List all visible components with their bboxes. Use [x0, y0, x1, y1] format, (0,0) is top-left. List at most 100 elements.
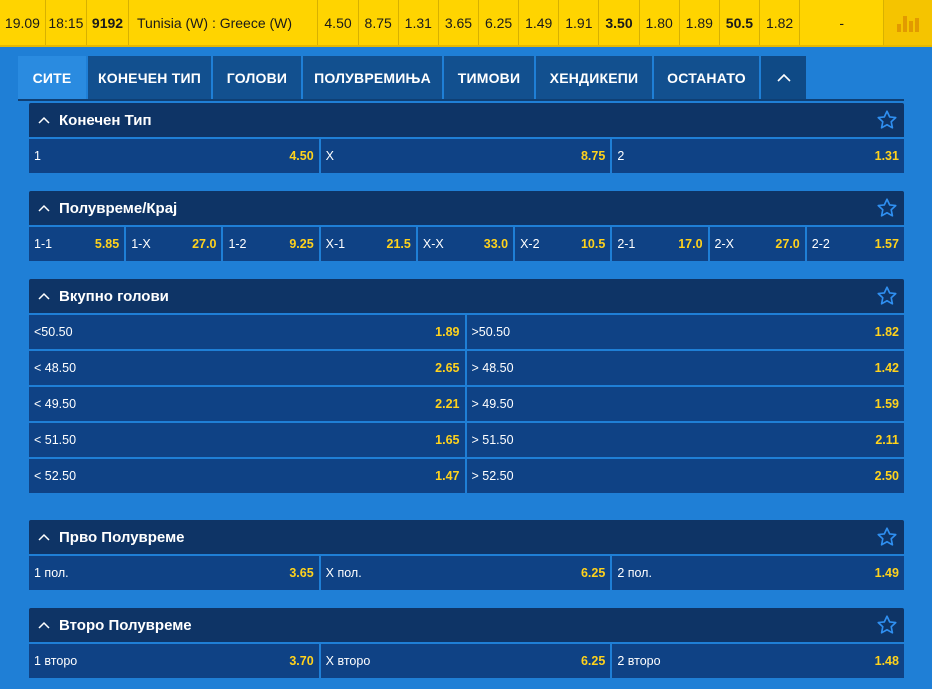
odds-cell[interactable]: 2-2 1.57 — [806, 225, 904, 261]
odds-row: < 48.50 2.65 > 48.50 1.42 — [29, 349, 904, 385]
event-row[interactable]: 19.09 18:15 9192 Tunisia (W) : Greece (W… — [0, 0, 932, 47]
tab-halftimes[interactable]: ПОЛУВРЕМИЊА — [303, 56, 444, 99]
top-odd-4[interactable]: 3.65 — [439, 0, 480, 45]
event-match-name[interactable]: Tunisia (W) : Greece (W) — [129, 0, 319, 45]
odds-cell[interactable]: < 52.50 1.47 — [29, 457, 467, 493]
top-odd-12[interactable]: 1.82 — [760, 0, 801, 45]
top-odd-8[interactable]: 3.50 — [599, 0, 640, 45]
odds-cell[interactable]: X второ 6.25 — [320, 642, 613, 678]
bet-label: 2 — [617, 149, 625, 163]
odds-row: 1 второ 3.70 X второ 6.25 2 второ 1.48 — [29, 642, 904, 678]
bet-label: 2 второ — [617, 654, 661, 668]
bet-label: X второ — [325, 654, 371, 668]
favorite-star-icon[interactable] — [876, 614, 898, 636]
top-odd-6[interactable]: 1.49 — [519, 0, 560, 45]
bet-label: >50.50 — [471, 325, 511, 339]
odds-cell[interactable]: < 49.50 2.21 — [29, 385, 467, 421]
odds-cell[interactable]: > 52.50 2.50 — [466, 457, 904, 493]
odds-cell[interactable]: 1-1 5.85 — [29, 225, 127, 261]
chevron-up-icon[interactable] — [29, 621, 59, 630]
odds-row: < 49.50 2.21 > 49.50 1.59 — [29, 385, 904, 421]
bet-odd: 1.57 — [874, 237, 899, 251]
bet-odd: 10.5 — [580, 237, 606, 251]
odds-cell[interactable]: > 51.50 2.11 — [466, 421, 904, 457]
tab-goals[interactable]: ГОЛОВИ — [213, 56, 303, 99]
bar-chart-icon — [897, 14, 920, 32]
odds-cell[interactable]: 2 второ 1.48 — [612, 642, 904, 678]
bet-label: < 49.50 — [34, 397, 77, 411]
event-code: 9192 — [87, 0, 130, 45]
odds-cell[interactable]: 1 второ 3.70 — [29, 642, 321, 678]
odds-cell[interactable]: 1-X 27.0 — [126, 225, 224, 261]
odds-cell[interactable]: 2 пол. 1.49 — [612, 554, 904, 590]
top-odd-5[interactable]: 6.25 — [479, 0, 520, 45]
collapse-tabs-button[interactable] — [761, 56, 806, 99]
bet-label: X пол. — [325, 566, 362, 580]
market-tabs: СИТЕ КОНЕЧЕН ТИП ГОЛОВИ ПОЛУВРЕМИЊА ТИМО… — [18, 56, 904, 99]
odds-cell[interactable]: < 51.50 1.65 — [29, 421, 467, 457]
favorite-star-icon[interactable] — [876, 526, 898, 548]
odds-cell[interactable]: > 48.50 1.42 — [466, 349, 904, 385]
bet-odd: 27.0 — [775, 237, 800, 251]
odds-cell[interactable]: X-1 21.5 — [320, 225, 418, 261]
odds-cell[interactable]: 2 1.31 — [612, 137, 904, 173]
market-header[interactable]: Вкупно голови — [29, 279, 904, 313]
market-header[interactable]: Прво Полувреме — [29, 520, 904, 554]
top-odd-10[interactable]: 1.89 — [680, 0, 720, 45]
odds-cell[interactable]: X-X 33.0 — [417, 225, 516, 261]
bet-label: 1 пол. — [34, 566, 69, 580]
favorite-star-icon[interactable] — [876, 197, 898, 219]
market-header[interactable]: Второ Полувреме — [29, 608, 904, 642]
odds-cell[interactable]: X пол. 6.25 — [320, 554, 613, 590]
odds-cell[interactable]: 2-1 17.0 — [612, 225, 710, 261]
favorite-star-icon[interactable] — [876, 285, 898, 307]
odds-cell[interactable]: <50.50 1.89 — [29, 313, 467, 349]
market-header[interactable]: Конечен Тип — [29, 103, 904, 137]
chevron-up-icon[interactable] — [29, 204, 59, 213]
top-odd-x[interactable]: 8.75 — [359, 0, 399, 45]
bet-label: X-1 — [325, 237, 346, 251]
market-total-goals: Вкупно голови <50.50 1.89 >50.50 1.82 < 48… — [29, 279, 904, 493]
bet-label: > 48.50 — [471, 361, 514, 375]
statistics-button[interactable] — [884, 0, 932, 45]
bet-label: 2 пол. — [617, 566, 652, 580]
odds-cell[interactable]: >50.50 1.82 — [466, 313, 904, 349]
odds-cell[interactable]: X-2 10.5 — [515, 225, 613, 261]
tab-final-type[interactable]: КОНЕЧЕН ТИП — [88, 56, 213, 99]
bet-odd: 21.5 — [386, 237, 411, 251]
odds-row: 1-1 5.85 1-X 27.0 1-2 9.25 X-1 21.5 X-X 33.0 … — [29, 225, 904, 261]
bet-label: > 51.50 — [471, 433, 514, 447]
odds-cell[interactable]: X 8.75 — [320, 137, 613, 173]
top-odd-2[interactable]: 1.31 — [399, 0, 439, 45]
market-header[interactable]: Полувреме/Крај — [29, 191, 904, 225]
chevron-up-icon[interactable] — [29, 533, 59, 542]
odds-row: 1 пол. 3.65 X пол. 6.25 2 пол. 1.49 — [29, 554, 904, 590]
bet-label: X — [325, 149, 334, 163]
tab-teams[interactable]: ТИМОВИ — [444, 56, 536, 99]
bet-label: < 48.50 — [34, 361, 77, 375]
bet-odd: 1.89 — [435, 325, 460, 339]
bet-label: 1 — [34, 149, 41, 163]
tab-all[interactable]: СИТЕ — [18, 56, 88, 99]
chevron-up-icon[interactable] — [29, 292, 59, 301]
bet-odd: 27.0 — [192, 237, 217, 251]
bet-label: X-2 — [520, 237, 540, 251]
tab-handicaps[interactable]: ХЕНДИКЕПИ — [536, 56, 654, 99]
market-title: Конечен Тип — [59, 111, 152, 129]
top-odd-1[interactable]: 4.50 — [318, 0, 359, 45]
odds-cell[interactable]: 1 4.50 — [29, 137, 321, 173]
top-odd-13[interactable]: - — [800, 0, 885, 45]
top-odd-9[interactable]: 1.80 — [640, 0, 680, 45]
tab-other[interactable]: ОСТАНАТО — [654, 56, 761, 99]
market-final-type: Конечен Тип 1 4.50 X 8.75 2 1.31 — [29, 103, 904, 173]
favorite-star-icon[interactable] — [876, 109, 898, 131]
odds-cell[interactable]: > 49.50 1.59 — [466, 385, 904, 421]
top-odd-7[interactable]: 1.91 — [559, 0, 600, 45]
bet-odd: 1.82 — [874, 325, 899, 339]
odds-cell[interactable]: 1 пол. 3.65 — [29, 554, 321, 590]
bet-label: > 52.50 — [471, 469, 514, 483]
odds-cell[interactable]: 2-X 27.0 — [709, 225, 807, 261]
odds-cell[interactable]: 1-2 9.25 — [223, 225, 321, 261]
chevron-up-icon[interactable] — [29, 116, 59, 125]
odds-cell[interactable]: < 48.50 2.65 — [29, 349, 467, 385]
